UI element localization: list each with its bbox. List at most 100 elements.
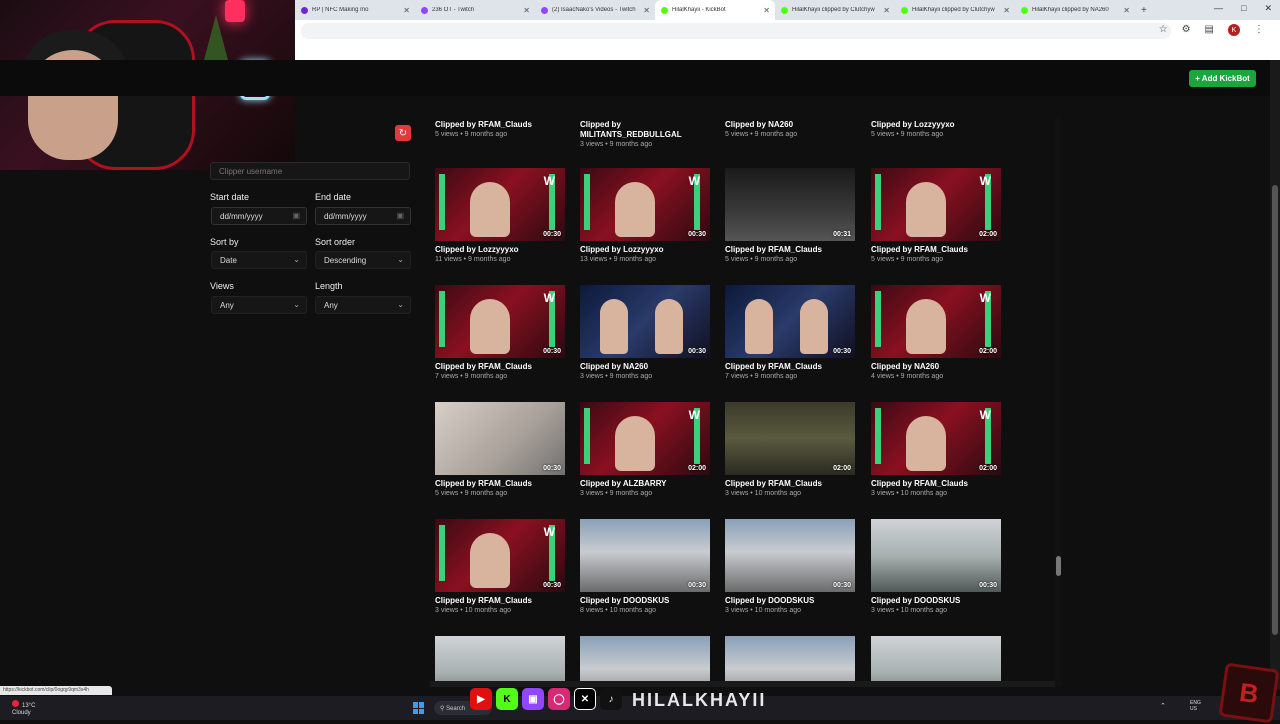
clip-card[interactable]: 00:30 Clipped by RFAM_Clauds 5 views • 9 m… xyxy=(435,402,565,497)
clip-thumbnail[interactable]: 00:30 xyxy=(871,519,1001,592)
clip-thumbnail[interactable]: W 00:30 xyxy=(435,285,565,358)
add-kickbot-button[interactable]: + Add KickBot xyxy=(1189,70,1256,87)
clip-card[interactable]: W 02:00 Clipped by ALZBARRY 3 views • 9 mon… xyxy=(580,402,710,497)
browser-tab[interactable]: HilalKhayii clipped by Clutchyw ✕ xyxy=(775,0,895,20)
clip-card[interactable]: 00:31 Clipped by RFAM_Clauds 5 views • 9 m… xyxy=(725,168,855,263)
clip-card[interactable]: Clipped by NA260 5 views • 9 months ago xyxy=(725,116,855,138)
tab-close-icon[interactable]: ✕ xyxy=(523,6,530,15)
clip-card[interactable]: Clipped by Lozzyyyxo 5 views • 9 months a… xyxy=(871,116,1001,138)
menu-kebab-icon[interactable]: ⋮ xyxy=(1254,24,1264,36)
clip-thumbnail[interactable]: W 00:30 xyxy=(580,168,710,241)
chevron-up-icon[interactable]: ⌃ xyxy=(1160,702,1166,710)
clip-thumbnail[interactable]: W 00:30 xyxy=(435,519,565,592)
grid-scrollbar-thumb[interactable] xyxy=(1056,556,1061,576)
clip-card[interactable]: 02:00 Clipped by RFAM_Clauds 3 views • 10 … xyxy=(725,402,855,497)
start-date-input[interactable]: dd/mm/yyyy ▣ xyxy=(211,207,307,225)
new-tab-button[interactable]: + xyxy=(1141,5,1147,16)
browser-tab[interactable]: 236 OT - Twitch ✕ xyxy=(415,0,535,20)
clipper-username-input[interactable]: Clipper username xyxy=(210,162,410,180)
tab-title: 236 OT - Twitch xyxy=(432,7,475,13)
clip-card[interactable]: W 00:30 Clipped by RFAM_Clauds 7 views • 9 … xyxy=(435,285,565,380)
bookmark-star-icon[interactable]: ☆ xyxy=(1159,24,1168,36)
page-scrollbar-thumb[interactable] xyxy=(1272,185,1278,635)
clip-thumbnail[interactable]: W 02:00 xyxy=(871,285,1001,358)
address-bar: ☆ ⚙ ▤ K ⋮ xyxy=(295,20,1280,42)
tab-close-icon[interactable]: ✕ xyxy=(883,6,890,15)
clip-meta: 3 views • 9 months ago xyxy=(580,141,653,148)
tab-close-icon[interactable]: ✕ xyxy=(1003,6,1010,15)
clip-card[interactable]: 00:30 Clipped by DOODSKUS 3 views • 10 mon… xyxy=(725,519,855,614)
clip-card[interactable]: W 02:00 Clipped by RFAM_Clauds 3 views • 10… xyxy=(871,402,1001,497)
clip-duration: 00:30 xyxy=(688,231,706,238)
clip-card[interactable] xyxy=(871,636,1001,686)
sort-by-select[interactable]: Date ⌄ xyxy=(211,251,307,269)
calendar-icon[interactable]: ▣ xyxy=(292,211,300,220)
clip-duration: 00:30 xyxy=(833,348,851,355)
clip-card[interactable]: Clipped by RFAM_Clauds 5 views • 9 months… xyxy=(435,116,565,138)
clip-thumbnail[interactable] xyxy=(580,636,710,686)
browser-tab[interactable]: HilalKhayii clipped by NA260 ✕ xyxy=(1015,0,1135,20)
clip-thumbnail[interactable]: 00:31 xyxy=(725,168,855,241)
clip-card[interactable] xyxy=(580,636,710,686)
length-select[interactable]: Any ⌄ xyxy=(315,296,411,314)
clip-thumbnail[interactable]: 02:00 xyxy=(725,402,855,475)
clip-clipper: Clipped by RFAM_Clauds xyxy=(725,479,822,488)
figure-right xyxy=(655,299,683,354)
browser-tab[interactable]: RP | NFC Making mo ✕ xyxy=(295,0,415,20)
clip-duration: 02:00 xyxy=(979,465,997,472)
clip-thumbnail[interactable]: W 02:00 xyxy=(871,168,1001,241)
clip-thumbnail[interactable] xyxy=(725,636,855,686)
clip-thumbnail[interactable] xyxy=(871,636,1001,686)
clip-meta: 11 views • 9 months ago xyxy=(435,256,511,263)
browser-tab[interactable]: (2) IsaacNako's Videos - Twitch ✕ xyxy=(535,0,655,20)
tab-close-icon[interactable]: ✕ xyxy=(763,6,770,15)
grid-scrollbar[interactable] xyxy=(1055,116,1062,686)
tab-close-icon[interactable]: ✕ xyxy=(403,6,410,15)
clip-card[interactable]: Clipped by MILITANTS_REDBULLGAL 3 views •… xyxy=(580,116,710,148)
views-select[interactable]: Any ⌄ xyxy=(211,296,307,314)
tab-close-icon[interactable]: ✕ xyxy=(1123,6,1130,15)
clip-thumbnail[interactable]: W 00:30 xyxy=(435,168,565,241)
sort-order-select[interactable]: Descending ⌄ xyxy=(315,251,411,269)
profile-avatar[interactable]: K xyxy=(1228,24,1240,36)
clip-card[interactable]: W 00:30 Clipped by Lozzyyyxo 13 views • 9 m… xyxy=(580,168,710,263)
wasi-logo: W xyxy=(979,291,991,305)
browser-tab[interactable]: HilalKhayii clipped by Clutchyw ✕ xyxy=(895,0,1015,20)
language-indicator[interactable]: ENG US xyxy=(1190,700,1201,712)
end-date-input[interactable]: dd/mm/yyyy ▣ xyxy=(315,207,411,225)
chevron-down-icon: ⌄ xyxy=(397,300,404,309)
extensions-icon[interactable]: ⚙ xyxy=(1182,24,1191,36)
page-scrollbar[interactable] xyxy=(1270,60,1280,690)
clip-card[interactable]: W 02:00 Clipped by RFAM_Clauds 5 views • 9 … xyxy=(871,168,1001,263)
clip-card[interactable]: W 02:00 Clipped by NA260 4 views • 9 months… xyxy=(871,285,1001,380)
clip-card[interactable]: W 00:30 Clipped by Lozzyyyxo 11 views • 9 m… xyxy=(435,168,565,263)
maximize-icon[interactable]: □ xyxy=(1241,3,1246,14)
tab-close-icon[interactable]: ✕ xyxy=(643,6,650,15)
browser-tab[interactable]: HilalKhayii - KickBot ✕ xyxy=(655,0,775,20)
clip-card[interactable] xyxy=(725,636,855,686)
clip-thumbnail[interactable]: 00:30 xyxy=(435,402,565,475)
clip-thumbnail[interactable]: 00:30 xyxy=(580,519,710,592)
clip-card[interactable]: 00:30 Clipped by DOODSKUS 8 views • 10 mon… xyxy=(580,519,710,614)
calendar-icon[interactable]: ▣ xyxy=(396,211,404,220)
clip-card[interactable]: 00:30 Clipped by RFAM_Clauds 7 views • 9 m… xyxy=(725,285,855,380)
clip-card[interactable] xyxy=(435,636,565,686)
refresh-button[interactable]: ↻ xyxy=(395,125,411,141)
weather-widget[interactable]: 13°C Cloudy xyxy=(12,700,35,717)
url-field[interactable] xyxy=(301,23,1171,39)
neon-bars xyxy=(584,174,590,230)
clip-thumbnail[interactable]: 00:30 xyxy=(725,519,855,592)
clip-thumbnail[interactable]: 00:30 xyxy=(580,285,710,358)
grid-horizontal-scrollbar[interactable] xyxy=(430,681,1055,687)
windows-start-icon[interactable] xyxy=(413,702,425,714)
clip-thumbnail[interactable]: W 02:00 xyxy=(580,402,710,475)
sidebar-panel-icon[interactable]: ▤ xyxy=(1205,24,1214,36)
clip-card[interactable]: 00:30 Clipped by DOODSKUS 3 views • 10 mon… xyxy=(871,519,1001,614)
clip-card[interactable]: W 00:30 Clipped by RFAM_Clauds 3 views • 10… xyxy=(435,519,565,614)
close-window-icon[interactable]: ✕ xyxy=(1264,3,1272,14)
clip-card[interactable]: 00:30 Clipped by NA260 3 views • 9 months … xyxy=(580,285,710,380)
clip-thumbnail[interactable]: 00:30 xyxy=(725,285,855,358)
clip-thumbnail[interactable]: W 02:00 xyxy=(871,402,1001,475)
minimize-icon[interactable]: — xyxy=(1214,3,1223,14)
clip-thumbnail[interactable] xyxy=(435,636,565,686)
